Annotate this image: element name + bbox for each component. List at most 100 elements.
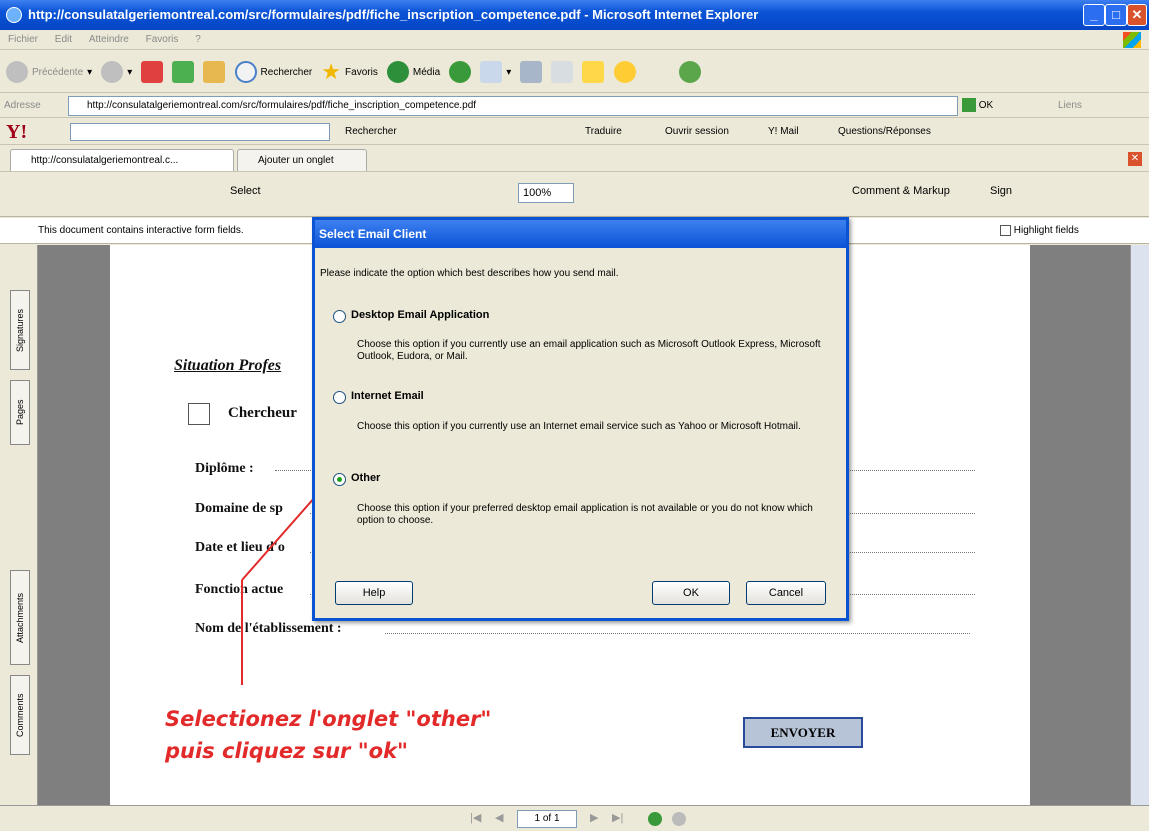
annotation-line-1: Selectionez l'onglet "other" bbox=[165, 707, 492, 731]
address-input[interactable]: http://consulatalgeriemontreal.com/src/f… bbox=[68, 96, 958, 116]
option-internet-desc: Choose this option if you currently use … bbox=[357, 421, 801, 432]
search-button[interactable]: Rechercher bbox=[234, 57, 312, 87]
form-info-message: This document contains interactive form … bbox=[38, 225, 244, 236]
maximize-button[interactable]: □ bbox=[1105, 4, 1127, 26]
ok-button[interactable]: OK bbox=[652, 581, 730, 605]
forward-arrow-icon bbox=[101, 61, 124, 83]
zoom-select[interactable]: 100% bbox=[518, 183, 574, 203]
first-page-icon[interactable]: |◀ bbox=[470, 811, 481, 824]
yahoo-logo-icon[interactable]: Y! bbox=[6, 119, 27, 144]
dialog-title: Select Email Client bbox=[315, 220, 846, 248]
dialog-prompt: Please indicate the option which best de… bbox=[320, 268, 619, 279]
menu-atteindre[interactable]: Atteindre bbox=[89, 34, 129, 45]
translate-button[interactable]: Traduire bbox=[585, 119, 622, 144]
go-forward-icon[interactable] bbox=[672, 812, 686, 826]
tab-pages[interactable]: Pages bbox=[10, 380, 30, 445]
media-icon bbox=[386, 61, 409, 83]
yahoo-mail-button[interactable]: Y! Mail bbox=[768, 119, 799, 144]
qa-button[interactable]: Questions/Réponses bbox=[838, 119, 931, 144]
menu-help[interactable]: ? bbox=[195, 34, 201, 45]
media-button[interactable]: Média bbox=[386, 57, 440, 87]
vertical-scrollbar[interactable] bbox=[1130, 245, 1149, 805]
pdf-field-line[interactable] bbox=[385, 633, 970, 634]
next-page-icon[interactable]: ▶ bbox=[590, 811, 598, 824]
go-back-icon[interactable] bbox=[648, 812, 662, 826]
mail-button[interactable]: ▾ bbox=[480, 57, 511, 87]
stop-button[interactable] bbox=[141, 57, 164, 87]
radio-internet[interactable] bbox=[333, 391, 346, 404]
pdf-checkbox-label: Chercheur bbox=[228, 405, 297, 421]
sign-button[interactable]: Sign bbox=[990, 185, 1012, 197]
yahoo-search-button[interactable]: Rechercher bbox=[345, 119, 397, 144]
option-internet-label[interactable]: Internet Email bbox=[351, 390, 424, 402]
refresh-button[interactable] bbox=[172, 57, 195, 87]
menu-bar: Fichier Edit Atteindre Favoris ? bbox=[0, 30, 1149, 50]
menu-edit[interactable]: Edit bbox=[55, 34, 72, 45]
help-button[interactable]: Help bbox=[335, 581, 413, 605]
comment-markup-button[interactable]: Comment & Markup bbox=[852, 185, 950, 197]
notes-button[interactable] bbox=[582, 57, 605, 87]
option-desktop-desc: Choose this option if you currently use … bbox=[357, 339, 821, 362]
favorites-button[interactable]: ★ Favoris bbox=[321, 57, 378, 87]
page-number-input[interactable]: 1 of 1 bbox=[517, 810, 577, 828]
smiley-icon bbox=[613, 61, 636, 83]
home-button[interactable] bbox=[203, 57, 226, 87]
envoyer-button[interactable]: ENVOYER bbox=[743, 717, 863, 748]
option-other-desc: Choose this option if your preferred des… bbox=[357, 503, 813, 526]
refresh-icon bbox=[172, 61, 195, 83]
note-icon bbox=[582, 61, 605, 83]
tab-attachments[interactable]: Attachments bbox=[10, 570, 30, 665]
tab-comments[interactable]: Comments bbox=[10, 675, 30, 755]
pdf-checkbox[interactable] bbox=[188, 403, 210, 425]
ie-toolbar: Précédente ▾ ▾ Rechercher ★ Favoris Média… bbox=[0, 51, 1149, 93]
last-page-icon[interactable]: ▶| bbox=[612, 811, 623, 824]
messenger-button[interactable] bbox=[613, 57, 636, 87]
select-email-client-dialog: Select Email Client Please indicate the … bbox=[312, 217, 849, 621]
history-button[interactable] bbox=[449, 57, 472, 87]
tab-signatures[interactable]: Signatures bbox=[10, 290, 30, 370]
annotation-line-2: puis cliquez sur "ok" bbox=[165, 739, 408, 763]
prev-page-icon[interactable]: ◀ bbox=[495, 811, 503, 824]
cancel-button[interactable]: Cancel bbox=[746, 581, 826, 605]
radio-other[interactable] bbox=[333, 473, 346, 486]
history-icon bbox=[449, 61, 472, 83]
go-arrow-icon bbox=[962, 98, 976, 113]
pdf-section-title: Situation Profes bbox=[174, 357, 282, 374]
highlight-fields-checkbox[interactable]: Highlight fields bbox=[1000, 218, 1079, 244]
tab-bar: http://consulatalgeriemontreal.c... Ajou… bbox=[0, 146, 1149, 172]
select-tool-button[interactable]: Select bbox=[230, 185, 261, 197]
star-icon: ★ bbox=[321, 59, 342, 84]
checkbox-icon bbox=[1000, 224, 1011, 236]
edit-button[interactable] bbox=[551, 57, 574, 87]
menu-favoris[interactable]: Favoris bbox=[146, 34, 179, 45]
annotation-text: Selectionez l'onglet "other" puis clique… bbox=[165, 703, 491, 767]
back-button[interactable]: Précédente ▾ bbox=[6, 57, 92, 87]
tab-current[interactable]: http://consulatalgeriemontreal.c... bbox=[10, 149, 234, 171]
login-button[interactable]: Ouvrir session bbox=[665, 119, 729, 144]
forward-button[interactable]: ▾ bbox=[101, 57, 132, 87]
stop-icon bbox=[141, 61, 164, 83]
minimize-button[interactable]: _ bbox=[1083, 4, 1105, 26]
acrobat-toolbar: Select 100% Comment & Markup Sign bbox=[0, 173, 1149, 217]
yahoo-search-input[interactable] bbox=[70, 123, 330, 141]
users-button[interactable] bbox=[678, 57, 701, 87]
close-button[interactable]: ✕ bbox=[1127, 4, 1147, 26]
print-icon bbox=[520, 61, 543, 83]
links-button[interactable]: Liens bbox=[1058, 94, 1082, 117]
tab-add[interactable]: Ajouter un onglet bbox=[237, 149, 367, 171]
search-icon bbox=[234, 61, 257, 83]
radio-desktop[interactable] bbox=[333, 310, 346, 323]
go-button[interactable]: OK bbox=[962, 94, 993, 117]
close-tab-icon[interactable]: ✕ bbox=[1128, 152, 1142, 166]
edit-icon bbox=[551, 61, 574, 83]
mail-icon bbox=[480, 61, 503, 83]
yahoo-toolbar: Y! Rechercher Traduire Ouvrir session Y!… bbox=[0, 119, 1149, 145]
address-bar: Adresse http://consulatalgeriemontreal.c… bbox=[0, 94, 1149, 118]
address-label: Adresse bbox=[4, 100, 41, 111]
back-arrow-icon bbox=[6, 61, 28, 83]
option-desktop-label[interactable]: Desktop Email Application bbox=[351, 309, 489, 321]
menu-fichier[interactable]: Fichier bbox=[8, 34, 38, 45]
print-button[interactable] bbox=[520, 57, 543, 87]
option-other-label[interactable]: Other bbox=[351, 472, 380, 484]
page-navigation-bar: |◀ ◀ 1 of 1 ▶ ▶| bbox=[0, 805, 1149, 831]
